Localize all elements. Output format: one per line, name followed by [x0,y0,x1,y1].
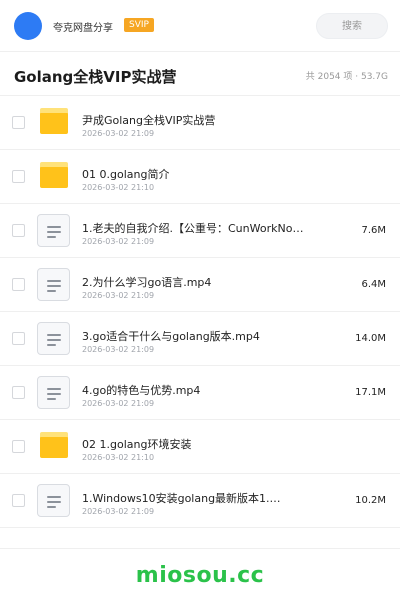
list-item[interactable]: 尹成Golang全栈VIP实战营 2026-03-02 21:09 [0,96,400,150]
select-checkbox[interactable] [12,224,25,237]
file-list: 尹成Golang全栈VIP实战营 2026-03-02 21:09 01 0.g… [0,96,400,528]
select-checkbox[interactable] [12,116,25,129]
item-name: 02 1.golang环境安装 [82,438,192,451]
select-checkbox[interactable] [12,278,25,291]
list-item[interactable]: 02 1.golang环境安装 2026-03-02 21:10 [0,420,400,474]
item-date: 2026-03-02 21:09 [82,237,155,246]
item-size: 14.0M [355,333,386,344]
item-date: 2026-03-02 21:10 [82,453,155,462]
item-date: 2026-03-02 21:09 [82,507,155,516]
item-name: 01 0.golang简介 [82,168,170,181]
item-size: 17.1M [355,387,386,398]
document-icon [37,268,70,301]
document-icon [37,322,70,355]
brand-label: 夸克网盘分享 [53,23,113,34]
footer: miosou.cc [0,548,400,600]
item-size: 7.6M [361,225,386,236]
item-date: 2026-03-02 21:10 [82,183,155,192]
select-checkbox[interactable] [12,332,25,345]
item-name: 1.Windows10安装golang最新版本1.… [82,492,281,505]
select-checkbox[interactable] [12,494,25,507]
list-item[interactable]: 4.go的特色与优势.mp4 2026-03-02 21:09 17.1M [0,366,400,420]
avatar[interactable] [14,12,42,40]
item-size: 6.4M [361,279,386,290]
top-bar: 夸克网盘分享 SVIP 搜索 [0,0,400,52]
select-checkbox[interactable] [12,170,25,183]
item-name: 尹成Golang全栈VIP实战营 [82,114,216,127]
folder-icon [40,108,68,134]
select-checkbox[interactable] [12,386,25,399]
item-date: 2026-03-02 21:09 [82,291,155,300]
folder-icon [40,432,68,458]
item-name: 4.go的特色与优势.mp4 [82,384,201,397]
item-name: 1.老夫的自我介绍.【公重号：CunWorkNot… [82,222,307,235]
search-button[interactable]: 搜索 [316,13,388,39]
item-size: 10.2M [355,495,386,506]
item-name: 3.go适合干什么与golang版本.mp4 [82,330,260,343]
page-title: Golang全栈VIP实战营 [14,68,177,86]
watermark: miosou.cc [135,563,265,588]
item-date: 2026-03-02 21:09 [82,399,155,408]
document-icon [37,376,70,409]
list-item[interactable]: 01 0.golang简介 2026-03-02 21:10 [0,150,400,204]
folder-header: Golang全栈VIP实战营 共 2054 项 · 53.7G [0,52,400,96]
list-item[interactable]: 1.老夫的自我介绍.【公重号：CunWorkNot… 2026-03-02 21… [0,204,400,258]
svip-badge: SVIP [124,18,154,32]
item-date: 2026-03-02 21:09 [82,129,155,138]
item-name: 2.为什么学习go语言.mp4 [82,276,212,289]
item-date: 2026-03-02 21:09 [82,345,155,354]
list-item[interactable]: 3.go适合干什么与golang版本.mp4 2026-03-02 21:09 … [0,312,400,366]
item-count-summary: 共 2054 项 · 53.7G [305,72,388,82]
folder-icon [40,162,68,188]
list-item[interactable]: 1.Windows10安装golang最新版本1.… 2026-03-02 21… [0,474,400,528]
select-checkbox[interactable] [12,440,25,453]
document-icon [37,214,70,247]
list-item[interactable]: 2.为什么学习go语言.mp4 2026-03-02 21:09 6.4M [0,258,400,312]
document-icon [37,484,70,517]
